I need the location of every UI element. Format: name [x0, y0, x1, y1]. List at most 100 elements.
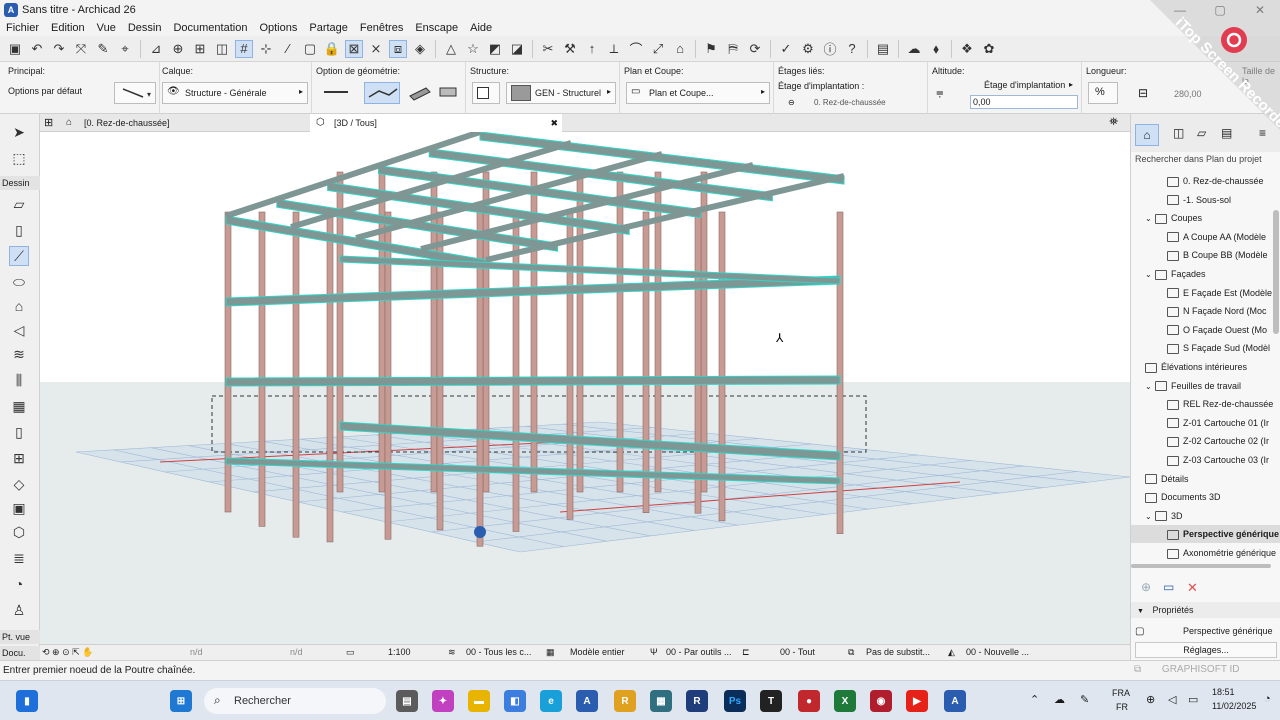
curtain-wall-tool-icon[interactable]: ▦ — [9, 396, 29, 416]
nouvelle-value[interactable]: 00 - Nouvelle ... — [966, 647, 1029, 657]
slab-tool-icon[interactable]: ⬭ — [9, 272, 29, 292]
close-tab-icon[interactable]: ✖ — [550, 114, 558, 132]
scale-value[interactable]: 1:100 — [388, 647, 411, 657]
section-icon[interactable]: ◩ — [486, 40, 504, 58]
view-3d-icon[interactable]: ◈ — [411, 40, 429, 58]
file-explorer-icon[interactable]: ▬ — [468, 690, 490, 712]
guide-icon[interactable]: ⁄ — [279, 40, 297, 58]
figure-tool-icon[interactable]: ♙ — [9, 600, 29, 620]
r-app-icon[interactable]: R — [614, 690, 636, 712]
cursor-snap-icon[interactable]: ⨯ — [367, 40, 385, 58]
altitude-ref[interactable]: Étage d'implantation — [984, 80, 1065, 90]
nav-item[interactable]: REL Rez-de-chaussée — [1131, 395, 1280, 413]
nav-item[interactable]: Z-01 Cartouche 01 (Ir — [1131, 414, 1280, 432]
column[interactable] — [512, 211, 520, 532]
itop-icon[interactable]: ◉ — [870, 690, 892, 712]
reglages-button[interactable]: Réglages... — [1135, 642, 1277, 658]
eyedropper-icon[interactable]: ⌖ — [116, 40, 134, 58]
nav-item[interactable]: Documents 3D — [1131, 488, 1280, 506]
structure-model[interactable]: ⅄ — [40, 132, 1130, 644]
calque-selector[interactable]: 👁 Structure - Générale ▸ — [162, 82, 308, 104]
magic-wand-icon[interactable]: ⊠ — [345, 39, 363, 58]
calc-icon[interactable]: ▦ — [650, 690, 672, 712]
navigator-search[interactable]: Rechercher dans Plan du projet — [1135, 154, 1280, 170]
structure-fill-selector[interactable] — [472, 82, 500, 104]
tab-grid-icon[interactable]: ⊞ — [44, 116, 53, 129]
cloud-icon[interactable]: ☁ — [905, 40, 923, 58]
nav-item[interactable]: ⌄ Feuilles de travail — [1131, 377, 1280, 395]
lock-icon[interactable]: 🔒 — [323, 40, 341, 58]
arrow-up-icon[interactable]: ↑ — [583, 40, 601, 58]
nav-item[interactable]: E Façade Est (Modèle — [1131, 284, 1280, 302]
tool-icon[interactable]: T — [760, 690, 782, 712]
menu-documentation[interactable]: Documentation — [167, 22, 253, 34]
inject-icon[interactable]: ✎ — [94, 40, 112, 58]
lang-fra[interactable]: FRA — [1112, 688, 1130, 698]
edge-icon[interactable]: e — [540, 690, 562, 712]
geometry-straight-button[interactable] — [318, 82, 354, 104]
graphisoft-id[interactable]: ⧉ GRAPHISOFT ID — [1134, 661, 1280, 679]
start-icon[interactable]: ⊞ — [170, 690, 192, 712]
3d-viewport[interactable]: ⅄ — [40, 132, 1130, 644]
check-icon[interactable]: ✓ — [777, 40, 795, 58]
menu-fichier[interactable]: Fichier — [0, 22, 45, 34]
layout-icon[interactable]: ▤ — [874, 40, 892, 58]
enscape-sync-icon[interactable]: ✿ — [980, 40, 998, 58]
pick-up-icon[interactable]: ⤧ — [72, 40, 90, 58]
lamp-tool-icon[interactable]: ◔ — [9, 574, 29, 594]
floor-beam[interactable] — [339, 255, 841, 285]
suspend-groups-icon[interactable]: ⧈ — [389, 39, 407, 58]
calques-value[interactable]: 00 - Tous les c... — [466, 647, 531, 657]
triangle-icon[interactable]: △ — [442, 40, 460, 58]
tab-3d[interactable]: ⬡ [3D / Tous] ✖ — [310, 114, 562, 132]
nav-item[interactable]: ⌄ Coupes — [1131, 209, 1280, 227]
tag-icon[interactable]: ⬧ — [927, 40, 945, 58]
minimize-button[interactable]: — — [1160, 0, 1200, 20]
outils-value[interactable]: 00 - Par outils ... — [666, 647, 732, 657]
principal-value[interactable]: Options par défaut — [8, 86, 82, 96]
marker-icon[interactable]: ⛿ — [724, 40, 742, 58]
mesh-tool-icon[interactable]: ≣ — [9, 548, 29, 568]
stair-tool-icon[interactable]: ≋ — [9, 344, 29, 364]
arrow-tool-icon[interactable]: ➤ — [9, 122, 29, 142]
column[interactable] — [482, 171, 490, 493]
home-icon[interactable]: ⌂ — [671, 40, 689, 58]
clock-time[interactable]: 18:51 — [1212, 687, 1235, 697]
excel-icon[interactable]: X — [834, 690, 856, 712]
beam-type-selector[interactable]: ▾ — [114, 82, 156, 104]
nav-item[interactable]: Perspective générique — [1131, 525, 1280, 544]
ptvue-label[interactable]: Pt. vue — [0, 630, 40, 644]
taskbar-search[interactable]: ⌕ Rechercher — [204, 688, 386, 714]
volume-icon[interactable]: ◁ — [1168, 693, 1176, 706]
undo-icon[interactable]: ↶ — [28, 40, 46, 58]
substit-value[interactable]: Pas de substit... — [866, 647, 930, 657]
save-icon[interactable]: ▣ — [6, 40, 24, 58]
close-button[interactable]: ✕ — [1240, 0, 1280, 20]
layer-icon[interactable]: ◫ — [213, 40, 231, 58]
info-icon[interactable]: ⓘ — [821, 40, 839, 58]
revit-icon[interactable]: R — [686, 690, 708, 712]
network-icon[interactable]: ⊕ — [1146, 693, 1155, 706]
menu-options[interactable]: Options — [253, 22, 303, 34]
nav-item[interactable]: Z-02 Cartouche 02 (Ir — [1131, 432, 1280, 450]
nav-item[interactable]: ⌄ Façades — [1131, 265, 1280, 283]
column[interactable] — [292, 211, 300, 538]
etages-value2[interactable]: 0. Rez-de-chaussée — [814, 98, 886, 107]
nav-item[interactable]: A Coupe AA (Modèle — [1131, 228, 1280, 246]
publisher-icon[interactable]: ▤ — [1221, 126, 1232, 140]
menu-fenetres[interactable]: Fenêtres — [354, 22, 409, 34]
menu-edition[interactable]: Edition — [45, 22, 91, 34]
nav-item[interactable]: Élévations intérieures — [1131, 358, 1280, 376]
view-options-icon[interactable]: ⛯ — [1109, 116, 1118, 129]
nav-item[interactable]: N Façade Nord (Moc — [1131, 302, 1280, 320]
menu-enscape[interactable]: Enscape — [409, 22, 464, 34]
menu-vue[interactable]: Vue — [91, 22, 122, 34]
expand-caret-icon[interactable]: ⌄ — [1145, 378, 1155, 396]
battery-icon[interactable]: ▭ — [1188, 693, 1198, 706]
vertical-scrollbar[interactable] — [1273, 210, 1279, 334]
nav-item[interactable]: Détails — [1131, 470, 1280, 488]
floor-beam[interactable] — [225, 375, 841, 387]
nav-item[interactable]: Z-03 Cartouche 03 (Ir — [1131, 451, 1280, 469]
youtube-icon[interactable]: ▶ — [906, 690, 928, 712]
roof-tool-icon[interactable]: ⌂ — [9, 296, 29, 316]
